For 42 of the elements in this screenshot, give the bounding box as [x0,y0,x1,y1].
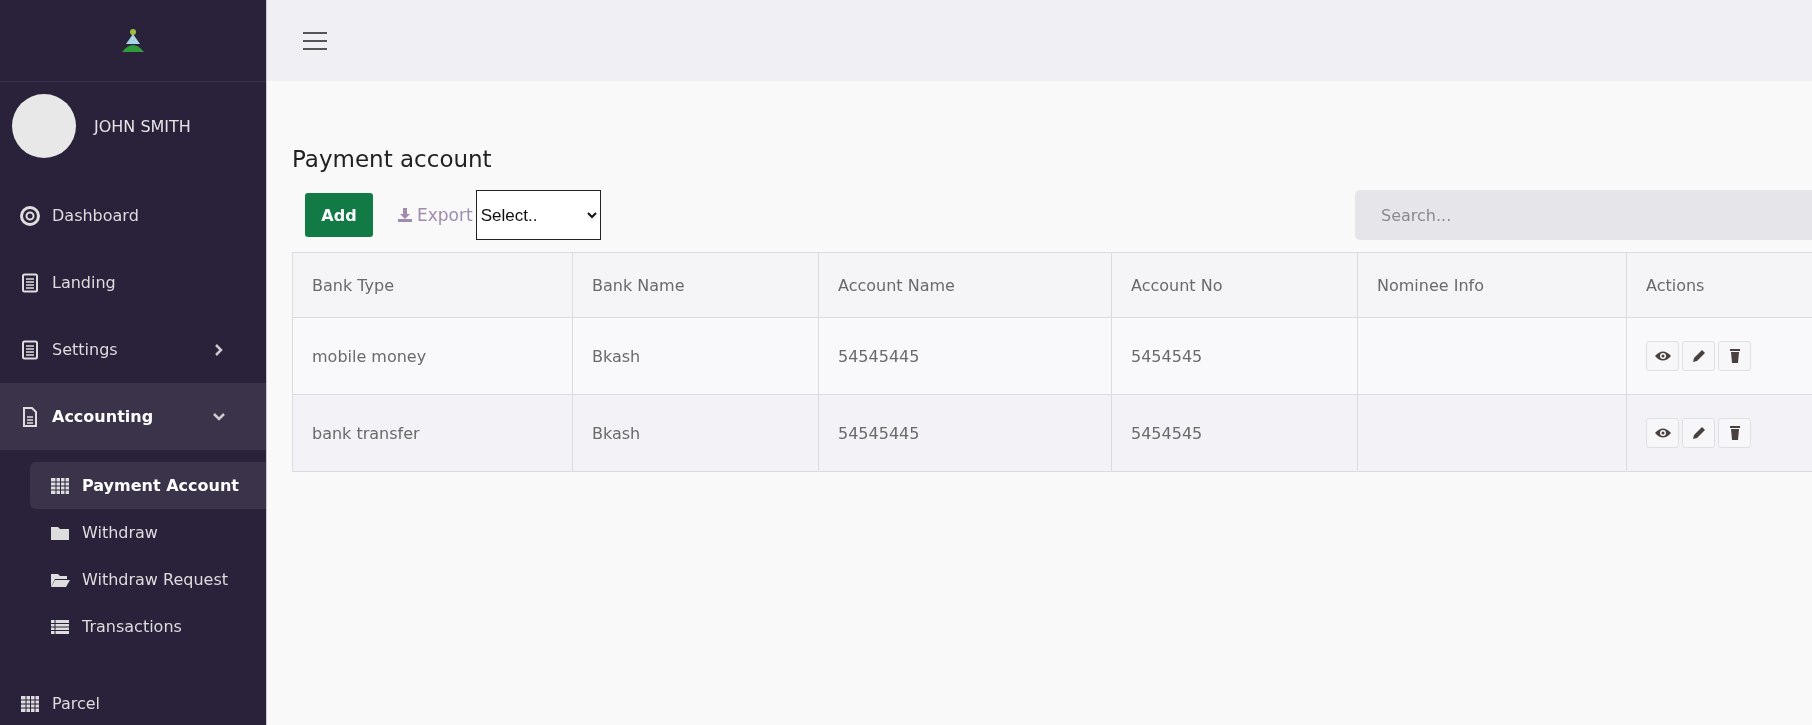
column-header: Actions [1626,252,1812,318]
view-button[interactable] [1646,341,1679,371]
sidebar-item[interactable]: Dashboard [0,182,266,249]
sidebar-subitem[interactable]: Payment Account [30,462,266,509]
document-icon [20,272,40,293]
column-header: Account No [1111,252,1358,318]
column-header: Bank Type [292,252,573,318]
table-cell: 5454545 [1111,317,1358,395]
table-cell: Bkash [572,394,819,472]
download-icon[interactable] [397,207,413,223]
table-cell: 54545445 [818,317,1112,395]
table-cell: 54545445 [818,394,1112,472]
document-icon [20,406,40,427]
sidebar-item[interactable]: Parcel [0,670,266,725]
grid-icon [20,693,40,714]
view-button[interactable] [1646,418,1679,448]
export-select[interactable]: Select.. [475,190,601,240]
table-cell: 5454545 [1111,394,1358,472]
page-title: Payment account [292,146,493,172]
table-cell: bank transfer [292,394,573,472]
grid-icon [50,475,70,496]
lifebuoy-icon [20,205,40,226]
table-cell: Bkash [572,317,819,395]
table-cell: mobile money [292,317,573,395]
column-header: Nominee Info [1357,252,1627,318]
add-button[interactable]: Add [305,193,373,237]
menu-icon[interactable] [303,31,327,50]
search-field[interactable]: Search... [1355,190,1812,240]
sidebar-subitem[interactable]: Withdraw Request [30,556,266,603]
column-header: Bank Name [572,252,819,318]
sidebar-item[interactable]: Settings [0,316,266,383]
user-name: JOHN SMITH [94,116,191,136]
document-icon [20,339,40,360]
sidebar-subitem[interactable]: Transactions [30,603,266,650]
edit-button[interactable] [1682,341,1715,371]
sidebar-subitem[interactable]: Withdraw [30,509,266,556]
column-header: Account Name [818,252,1112,318]
delete-button[interactable] [1718,418,1751,448]
delete-button[interactable] [1718,341,1751,371]
sidebar-item[interactable]: Landing [0,249,266,316]
edit-button[interactable] [1682,418,1715,448]
sidebar-item[interactable]: Accounting [0,383,266,450]
